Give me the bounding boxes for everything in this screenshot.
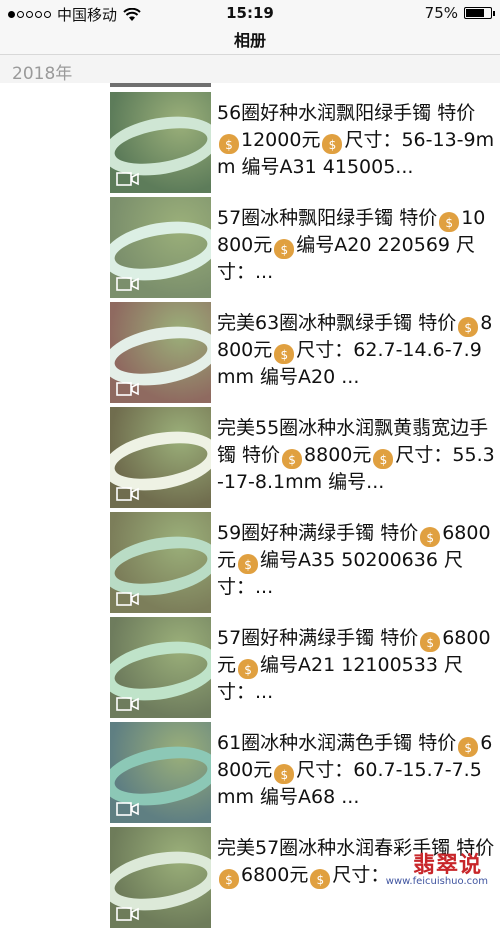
page-title: 相册 bbox=[233, 31, 266, 50]
item-title-text: 61圈冰种水润满色手镯 特价 bbox=[217, 732, 457, 754]
money-bag-icon: $ bbox=[458, 737, 479, 757]
list-item[interactable]: 完美55圈冰种水润飘黄翡宽边手镯 特价 $8800元 $ 尺寸：55.3-17-8.1… bbox=[0, 407, 500, 512]
item-thumbnail[interactable] bbox=[110, 197, 211, 298]
money-bag-icon: $ bbox=[420, 527, 441, 547]
item-title-text: 59圈好种满绿手镯 特价 bbox=[217, 522, 419, 544]
item-title: 完美55圈冰种水润飘黄翡宽边手镯 特价 $8800元 $ 尺寸：55.3-17-8.1… bbox=[217, 415, 495, 499]
money-bag-icon: $ bbox=[439, 212, 460, 232]
list-item[interactable]: 56圈好种水润飘阳绿手镯 特价$ 12000元 $ 尺寸：56-13-9mm 编号A3… bbox=[0, 92, 500, 197]
status-right: 75% bbox=[424, 4, 495, 22]
money-bag-icon: $ bbox=[274, 764, 295, 784]
nav-bar: 相册 bbox=[0, 26, 500, 55]
item-title: 完美63圈冰种飘绿手镯 特价 $8800元 $ 尺寸：62.7-14.6-7.9mm … bbox=[217, 310, 495, 394]
list-item[interactable]: 59圈好种满绿手镯 特价 $6800元 $ 编号A35 50200636 尺寸：... bbox=[0, 512, 500, 617]
list-item[interactable]: 完美63圈冰种飘绿手镯 特价 $8800元 $ 尺寸：62.7-14.6-7.9mm … bbox=[0, 302, 500, 407]
money-bag-icon: $ bbox=[274, 344, 295, 364]
item-thumbnail[interactable] bbox=[110, 512, 211, 613]
item-price: 8800元 bbox=[304, 444, 372, 466]
year-section-header: 2018年 bbox=[0, 55, 500, 84]
money-bag-icon: $ bbox=[238, 659, 259, 679]
video-camera-icon bbox=[116, 277, 139, 291]
item-title: 57圈好种满绿手镯 特价 $6800元 $ 编号A21 12100533 尺寸：... bbox=[217, 625, 495, 709]
money-bag-icon: $ bbox=[219, 869, 239, 889]
item-thumbnail[interactable] bbox=[110, 407, 211, 508]
item-thumbnail[interactable] bbox=[110, 617, 211, 718]
money-bag-icon: $ bbox=[373, 449, 394, 469]
item-title-text: 完美63圈冰种飘绿手镯 特价 bbox=[217, 312, 457, 334]
item-details: 尺寸： bbox=[332, 864, 390, 886]
item-thumbnail[interactable] bbox=[110, 722, 211, 823]
list-item[interactable]: 57圈好种满绿手镯 特价 $6800元 $ 编号A21 12100533 尺寸：... bbox=[0, 617, 500, 722]
battery-percent: 75% bbox=[424, 4, 458, 22]
money-bag-icon: $ bbox=[322, 134, 343, 154]
previous-item-thumbnail[interactable] bbox=[110, 83, 211, 87]
item-title-text: 57圈好种满绿手镯 特价 bbox=[217, 627, 419, 649]
battery-icon bbox=[464, 7, 495, 19]
money-bag-icon: $ bbox=[420, 632, 441, 652]
money-bag-icon: $ bbox=[310, 869, 331, 889]
list-item[interactable]: 57圈冰种飘阳绿手镯 特价 $10800元 $ 编号A20 220569 尺寸：... bbox=[0, 197, 500, 302]
watermark: 翡翠说 www.feicuishuo.com bbox=[384, 847, 494, 887]
status-bar: 中国移动 15:19 75% bbox=[0, 0, 500, 26]
item-thumbnail[interactable] bbox=[110, 827, 211, 928]
money-bag-icon: $ bbox=[274, 239, 295, 259]
money-bag-icon: $ bbox=[219, 134, 239, 154]
video-camera-icon bbox=[116, 697, 139, 711]
list-item[interactable]: 61圈冰种水润满色手镯 特价 $6800元 $ 尺寸：60.7-15.7-7.5mm … bbox=[0, 722, 500, 827]
item-title-text: 56圈好种水润飘阳绿手镯 特价 bbox=[217, 102, 476, 124]
video-camera-icon bbox=[116, 592, 139, 606]
money-bag-icon: $ bbox=[282, 449, 303, 469]
item-thumbnail[interactable] bbox=[110, 302, 211, 403]
video-camera-icon bbox=[116, 907, 139, 921]
item-title: 57圈冰种飘阳绿手镯 特价 $10800元 $ 编号A20 220569 尺寸：... bbox=[217, 205, 495, 289]
item-title-text: 57圈冰种飘阳绿手镯 特价 bbox=[217, 207, 438, 229]
item-title: 61圈冰种水润满色手镯 特价 $6800元 $ 尺寸：60.7-15.7-7.5mm … bbox=[217, 730, 495, 814]
year-label: 2018年 bbox=[12, 64, 73, 84]
video-camera-icon bbox=[116, 382, 139, 396]
item-title: 59圈好种满绿手镯 特价 $6800元 $ 编号A35 50200636 尺寸：... bbox=[217, 520, 495, 604]
watermark-brand: 翡翠说 bbox=[412, 853, 482, 878]
video-camera-icon bbox=[116, 802, 139, 816]
item-price: 6800元 bbox=[241, 864, 309, 886]
item-price: 12000元 bbox=[241, 129, 321, 151]
item-title: 56圈好种水润飘阳绿手镯 特价$ 12000元 $ 尺寸：56-13-9mm 编号A3… bbox=[217, 100, 495, 184]
watermark-url: www.feicuishuo.com bbox=[385, 876, 488, 887]
video-camera-icon bbox=[116, 172, 139, 186]
video-camera-icon bbox=[116, 487, 139, 501]
money-bag-icon: $ bbox=[458, 317, 479, 337]
money-bag-icon: $ bbox=[238, 554, 259, 574]
item-thumbnail[interactable] bbox=[110, 92, 211, 193]
